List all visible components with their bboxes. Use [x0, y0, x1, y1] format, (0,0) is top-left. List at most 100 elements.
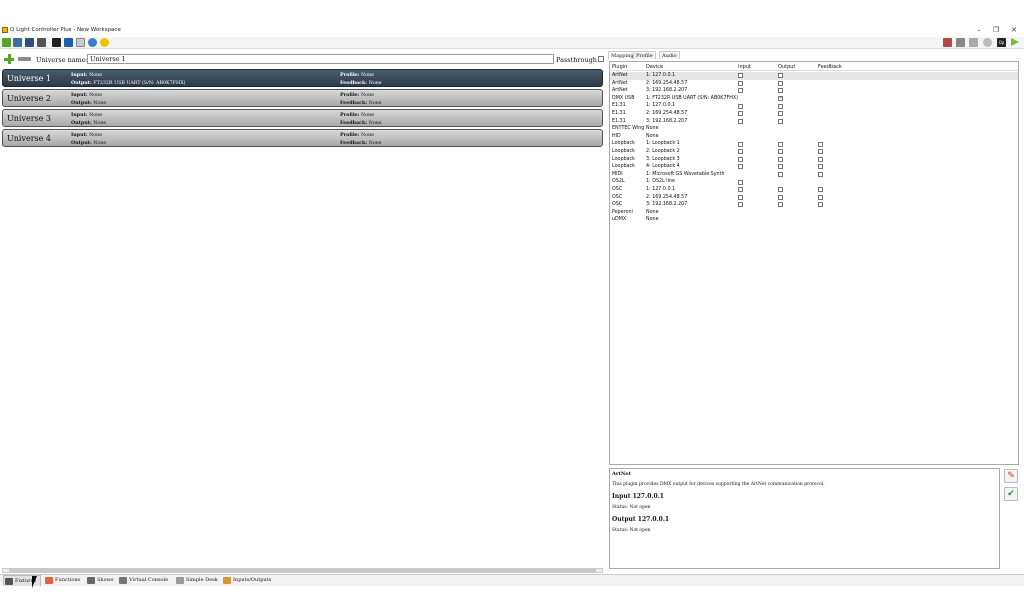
table-row[interactable]: ArtNet 2: 169.254.48.57	[610, 80, 1018, 88]
input-checkbox[interactable]	[738, 80, 743, 86]
input-checkbox[interactable]	[738, 118, 743, 124]
universe-feedback-value: None	[368, 121, 382, 126]
remove-universe-icon[interactable]	[18, 57, 31, 61]
table-row[interactable]: uDMX None	[610, 216, 1018, 224]
output-checkbox[interactable]	[778, 88, 783, 94]
tab-functions[interactable]: Functions	[44, 575, 82, 586]
tab-virtual-console[interactable]: Virtual Console	[118, 575, 170, 586]
universe-feedback-label: Feedback:	[340, 100, 368, 106]
universe-row[interactable]: Universe 2 Input: None Output: None Profile…	[2, 89, 603, 107]
blackout-icon[interactable]	[956, 38, 965, 47]
table-row[interactable]: OSC 2: 169.254.48.57	[610, 194, 1018, 202]
universe-row[interactable]: Universe 4 Input: None Output: None Profile…	[2, 129, 603, 147]
table-row[interactable]: Loopback 1: Loopback 1	[610, 140, 1018, 148]
feedback-checkbox[interactable]	[818, 172, 823, 178]
output-checkbox[interactable]	[778, 118, 783, 124]
input-checkbox[interactable]	[738, 88, 743, 94]
table-row[interactable]: OSC 1: 127.0.0.1	[610, 186, 1018, 194]
table-row[interactable]: MIDI 1: Microsoft GS Wavetable Synth	[610, 171, 1018, 179]
address-tool-icon[interactable]	[64, 38, 73, 47]
minimize-button[interactable]: –	[972, 25, 986, 36]
close-button[interactable]: ✕	[1007, 25, 1021, 36]
input-checkbox[interactable]	[738, 73, 743, 79]
tab-shows[interactable]: Shows	[86, 575, 114, 586]
universe-row[interactable]: Universe 1 Input: None Output: FT232R USB …	[2, 69, 603, 87]
play-icon[interactable]	[1011, 38, 1019, 46]
input-checkbox[interactable]	[738, 156, 743, 162]
help-icon[interactable]	[88, 38, 97, 47]
output-checkbox[interactable]	[778, 164, 783, 170]
io-config-pane: Mapping Profile Audio Plugin Device Input Out…	[608, 51, 1020, 571]
table-row[interactable]: E1.31 2: 169.254.48.57	[610, 110, 1018, 118]
tab-audio[interactable]: Audio	[659, 51, 680, 59]
stop-all-icon[interactable]	[969, 38, 978, 47]
table-row[interactable]: Loopback 4: Loopback 4	[610, 163, 1018, 171]
dmx-dump-icon[interactable]	[943, 38, 952, 47]
tab-profile[interactable]: Profile	[633, 51, 656, 59]
table-row[interactable]: Loopback 2: Loopback 2	[610, 148, 1018, 156]
tab-inputs-outputs[interactable]: Inputs/Outputs	[222, 575, 272, 586]
tab-simple-desk[interactable]: Simple Desk	[175, 575, 218, 586]
output-checkbox[interactable]	[778, 202, 783, 208]
input-checkbox[interactable]	[738, 103, 743, 109]
table-row[interactable]: Loopback 3: Loopback 3	[610, 156, 1018, 164]
table-row[interactable]: Peperoni None	[610, 209, 1018, 217]
output-checkbox[interactable]	[778, 95, 783, 102]
feedback-checkbox[interactable]	[818, 156, 823, 162]
restore-button[interactable]: ❐	[989, 25, 1003, 36]
input-checkbox[interactable]	[738, 111, 743, 117]
settings-icon[interactable]	[983, 38, 992, 47]
universe-feedback: Feedback: None	[340, 80, 382, 86]
input-checkbox[interactable]	[738, 164, 743, 170]
scrollbar-thumb[interactable]	[9, 569, 596, 572]
apply-icon[interactable]: ✔	[1004, 487, 1018, 501]
output-checkbox[interactable]	[778, 103, 783, 109]
output-checkbox[interactable]	[778, 187, 783, 193]
input-checkbox[interactable]	[738, 194, 743, 200]
feedback-checkbox[interactable]	[818, 202, 823, 208]
table-row[interactable]: OS2L 1: OS2L line	[610, 178, 1018, 186]
feedback-checkbox[interactable]	[818, 194, 823, 200]
fullscreen-icon[interactable]	[76, 38, 85, 47]
input-checkbox[interactable]	[738, 149, 743, 155]
configure-plugin-icon[interactable]: ✎	[1004, 469, 1018, 483]
table-row[interactable]: HID None	[610, 133, 1018, 141]
output-checkbox[interactable]	[778, 73, 783, 79]
operate-mode-icon[interactable]: Op	[997, 38, 1006, 47]
universe-row[interactable]: Universe 3 Input: None Output: None Profile…	[2, 109, 603, 127]
save-as-icon[interactable]	[37, 38, 46, 47]
table-row[interactable]: ArtNet 3: 192.168.2.207	[610, 87, 1018, 95]
new-workspace-icon[interactable]	[2, 38, 11, 47]
output-checkbox[interactable]	[778, 111, 783, 117]
device-cell: 1: Loopback 1	[646, 141, 680, 147]
horizontal-scrollbar[interactable]	[2, 568, 603, 573]
output-checkbox[interactable]	[778, 141, 783, 147]
open-icon[interactable]	[13, 38, 22, 47]
universe-name-input[interactable]: Universe 1	[87, 54, 554, 64]
table-row[interactable]: DMX USB 1: FT232R USB UART (S/N: AB0K7FHX…	[610, 95, 1018, 103]
passthrough-checkbox[interactable]	[598, 56, 604, 62]
feedback-checkbox[interactable]	[818, 187, 823, 193]
input-checkbox[interactable]	[738, 187, 743, 193]
input-checkbox[interactable]	[738, 179, 743, 185]
output-checkbox[interactable]	[778, 156, 783, 162]
add-universe-icon[interactable]	[4, 54, 14, 64]
table-row[interactable]: E1.31 1: 127.0.0.1	[610, 102, 1018, 110]
output-checkbox[interactable]	[778, 149, 783, 155]
input-checkbox[interactable]	[738, 141, 743, 147]
save-icon[interactable]	[25, 38, 34, 47]
input-checkbox[interactable]	[738, 202, 743, 208]
table-row[interactable]: E1.31 3: 192.168.2.207	[610, 118, 1018, 126]
output-checkbox[interactable]	[778, 80, 783, 86]
table-row[interactable]: OSC 3: 192.168.2.207	[610, 201, 1018, 209]
universe-feedback-label: Feedback:	[340, 120, 368, 126]
output-checkbox[interactable]	[778, 172, 783, 178]
feedback-checkbox[interactable]	[818, 164, 823, 170]
table-row[interactable]: ArtNet 1: 127.0.0.1	[610, 72, 1018, 80]
monitor-icon[interactable]	[52, 38, 61, 47]
about-icon[interactable]	[100, 38, 109, 47]
feedback-checkbox[interactable]	[818, 149, 823, 155]
feedback-checkbox[interactable]	[818, 141, 823, 147]
table-row[interactable]: ENTTEC Wing None	[610, 125, 1018, 133]
output-checkbox[interactable]	[778, 194, 783, 200]
